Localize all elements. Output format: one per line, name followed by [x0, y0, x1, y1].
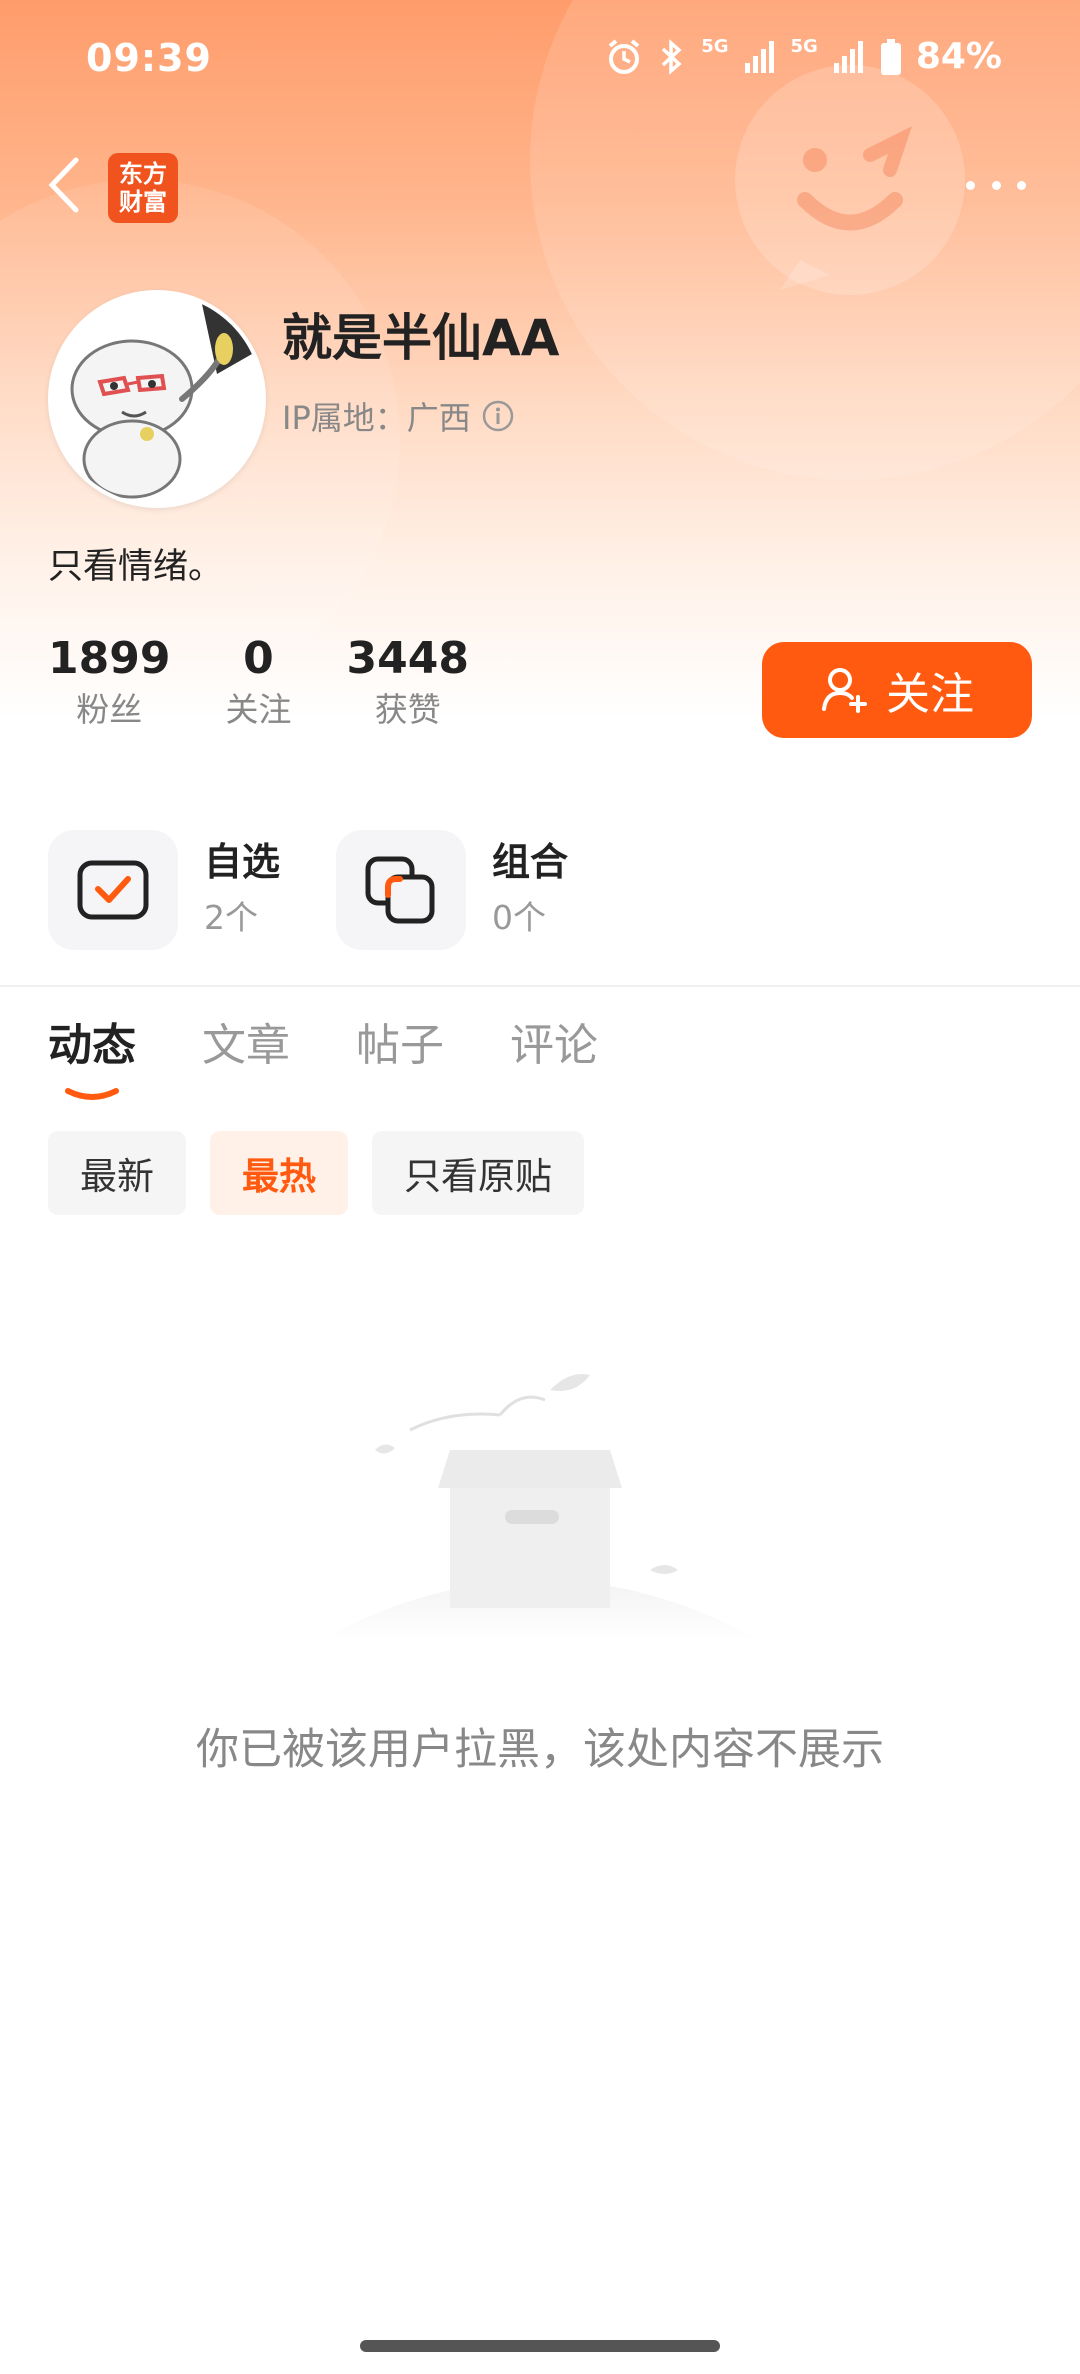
- watchlist-link[interactable]: 自选 2个: [48, 830, 280, 950]
- watchlist-check-icon: [77, 860, 149, 920]
- signal-icon: [744, 40, 774, 73]
- bluetooth-icon: [662, 38, 682, 75]
- tab-label: 帖子: [356, 1020, 444, 1071]
- ip-location: IP属地：广西: [282, 393, 515, 439]
- tab-posts[interactable]: 帖子: [356, 1015, 444, 1077]
- bio: 只看情绪。: [48, 547, 224, 587]
- add-user-icon: [822, 668, 867, 713]
- stat-label: 关注: [225, 690, 292, 729]
- portfolio-count: 0个: [492, 898, 546, 937]
- follow-button-label: 关注: [886, 670, 974, 719]
- more-dot-icon: [991, 180, 1001, 190]
- stat-likes[interactable]: 3448 获赞: [346, 632, 468, 734]
- stat-value: 0: [243, 633, 274, 684]
- avatar-cartoon-image: [52, 294, 262, 504]
- divider: [0, 985, 1080, 987]
- follow-button[interactable]: 关注: [762, 642, 1032, 738]
- watchlist-icon-box: [48, 830, 178, 950]
- tab-label: 评论: [510, 1020, 598, 1071]
- watchlist-count: 2个: [204, 898, 258, 937]
- tab-activity[interactable]: 动态: [48, 1015, 136, 1100]
- battery-percentage: 84%: [915, 36, 1002, 77]
- back-button[interactable]: [40, 150, 90, 220]
- tab-comments[interactable]: 评论: [510, 1015, 598, 1077]
- tab-articles[interactable]: 文章: [202, 1015, 290, 1077]
- blocked-message: 你已被该用户拉黑，该处内容不展示: [196, 1725, 884, 1775]
- portfolio-icon-box: [336, 830, 466, 950]
- more-dot-icon: [966, 180, 975, 190]
- username: 就是半仙AA: [282, 309, 560, 367]
- watchlist-text: 自选 2个: [204, 837, 280, 943]
- status-bar: 09:39 5G 5G 84%: [0, 0, 1080, 120]
- filter-original-only[interactable]: 只看原贴: [372, 1131, 584, 1215]
- status-icons: 5G 5G 84%: [605, 36, 1002, 77]
- active-tab-indicator: [65, 1088, 119, 1100]
- home-indicator[interactable]: [360, 2340, 720, 2352]
- app-logo: 东方 财富: [108, 153, 178, 223]
- tab-label: 文章: [202, 1020, 290, 1071]
- alarm-icon: [608, 38, 640, 74]
- filter-latest[interactable]: 最新: [48, 1131, 186, 1215]
- avatar[interactable]: [48, 290, 266, 508]
- stat-fans[interactable]: 1899 粉丝: [48, 632, 170, 734]
- stat-value: 1899: [48, 633, 171, 684]
- ip-location-text: IP属地：广西: [282, 399, 471, 437]
- filter-chips: 最新 最热 只看原贴: [48, 1131, 584, 1215]
- filter-hottest[interactable]: 最热: [210, 1131, 348, 1215]
- more-options-button[interactable]: [966, 170, 1026, 200]
- tab-bar: 动态 文章 帖子 评论: [48, 1015, 664, 1100]
- profile-stats: 1899 粉丝 0 关注 3448 获赞: [48, 632, 524, 734]
- portfolio-link[interactable]: 组合 0个: [336, 830, 568, 950]
- stat-value: 3448: [346, 633, 469, 684]
- status-time: 09:39: [86, 36, 212, 80]
- network-type-1: 5G: [701, 36, 729, 57]
- portfolio-icon: [365, 856, 435, 924]
- network-type-2: 5G: [790, 36, 818, 57]
- app-logo-text: 财富: [119, 188, 167, 216]
- portfolio-text: 组合 0个: [492, 837, 568, 943]
- watchlist-title: 自选: [204, 840, 281, 884]
- more-dot-icon: [1017, 180, 1026, 190]
- chevron-left-icon: [48, 157, 79, 213]
- tab-label: 动态: [48, 1020, 136, 1071]
- info-icon[interactable]: [481, 399, 515, 433]
- portfolio-title: 组合: [492, 840, 569, 884]
- stat-label: 粉丝: [76, 690, 143, 729]
- stat-label: 获赞: [374, 690, 441, 729]
- stat-following[interactable]: 0 关注: [225, 632, 291, 734]
- empty-box-illustration: [320, 1374, 760, 1640]
- signal-icon: [833, 40, 863, 73]
- app-logo-text: 东方: [119, 160, 167, 188]
- battery-icon: [880, 38, 901, 75]
